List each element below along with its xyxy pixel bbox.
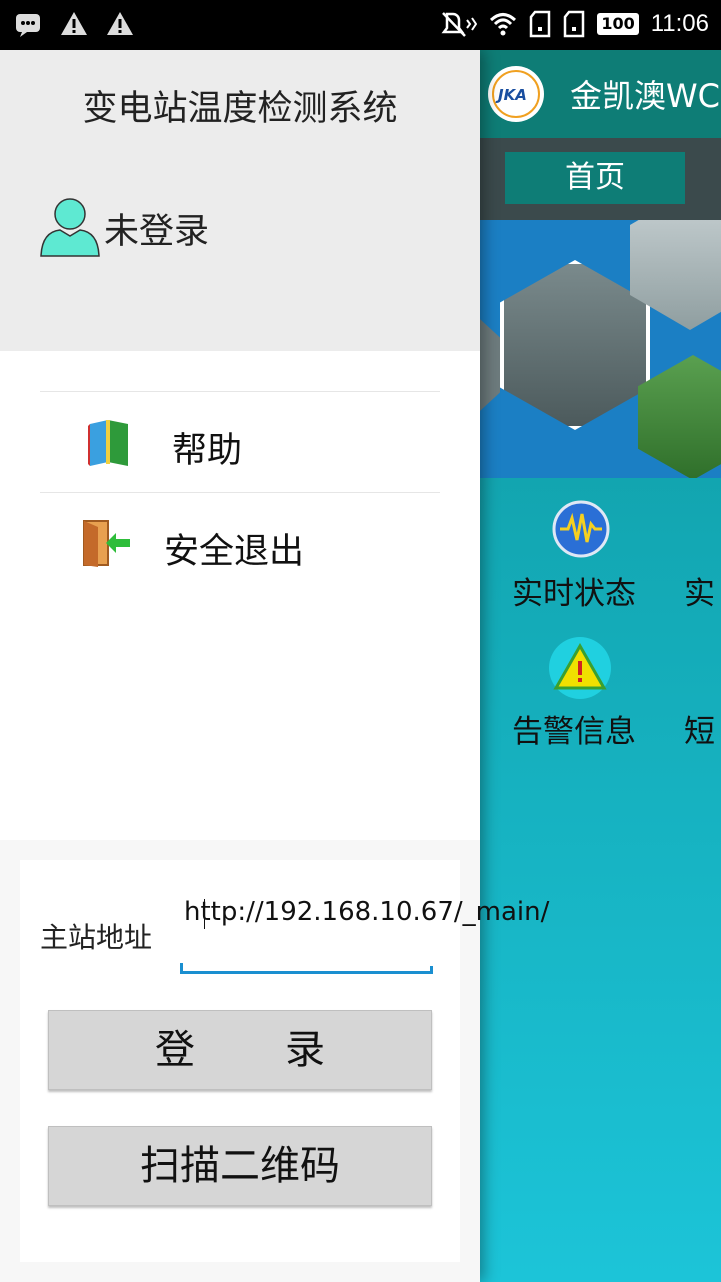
battery-indicator: 100: [597, 13, 639, 35]
company-logo: JKA: [488, 66, 544, 122]
status-bar: 100 11:06: [0, 0, 721, 50]
warning-notification-icon: [60, 10, 88, 38]
clock: 11:06: [650, 10, 709, 37]
main-app-screen: JKA 金凯澳WC 首页 实时状态 实 告警信息 短: [480, 50, 721, 1282]
system-title: 变电站温度检测系统: [82, 89, 398, 129]
scan-qr-button[interactable]: 扫描二维码: [48, 1126, 432, 1206]
svg-text:JKA: JKA: [495, 86, 527, 104]
app-header: JKA 金凯澳WC: [480, 50, 721, 138]
alarm-warning-icon[interactable]: [548, 636, 612, 704]
drawer-menu: 帮助 安全退出: [40, 391, 440, 593]
user-avatar-icon: [38, 194, 102, 262]
user-status-row[interactable]: 未登录: [38, 194, 209, 262]
tab-home[interactable]: 首页: [505, 152, 685, 204]
waveform-icon[interactable]: [552, 500, 610, 562]
substation-photo: [500, 260, 650, 430]
book-icon: [84, 416, 134, 472]
menu-item-help[interactable]: 帮助: [40, 391, 440, 492]
exit-door-icon: [80, 517, 132, 573]
banner-image: [480, 220, 721, 478]
server-address-input[interactable]: http://192.168.10.67/_main/: [180, 896, 549, 974]
app-tab-bar: 首页: [480, 138, 721, 220]
warning-notification-icon: [106, 10, 134, 38]
menu-item-label: 安全退出: [164, 532, 305, 572]
mute-icon: [437, 10, 478, 38]
server-address-label: 主站地址: [40, 921, 153, 954]
login-form: 主站地址 http://192.168.10.67/_main/ 登录 扫描二维…: [20, 860, 549, 1262]
edge-photo: [480, 310, 500, 420]
drawer-header: 变电站温度检测系统 未登录: [0, 50, 480, 351]
menu-item-label: 帮助: [172, 431, 243, 471]
login-panel: 主站地址 http://192.168.10.67/_main/ 登录 扫描二维…: [0, 840, 549, 1282]
sim-signal-icon: [529, 10, 551, 38]
login-status: 未登录: [104, 211, 210, 252]
feature-partial[interactable]: 实: [684, 568, 715, 613]
wifi-icon: [489, 11, 517, 37]
sim-signal-icon: [563, 10, 585, 38]
feature-realtime-status[interactable]: 实时状态: [512, 568, 636, 613]
navigation-drawer: 变电站温度检测系统 未登录 帮助 安全退出 主站地址 http://192.16…: [0, 50, 549, 1282]
feature-partial-sms[interactable]: 短: [684, 706, 715, 751]
feature-alarm-info[interactable]: 告警信息: [512, 706, 636, 751]
app-title: 金凯澳WC: [570, 77, 720, 115]
input-underline-tick: [430, 966, 433, 974]
outdoor-photo: [638, 355, 721, 478]
menu-item-logout[interactable]: 安全退出: [40, 492, 440, 593]
login-button[interactable]: 登录: [48, 1010, 432, 1090]
message-notification-icon: [14, 10, 42, 38]
